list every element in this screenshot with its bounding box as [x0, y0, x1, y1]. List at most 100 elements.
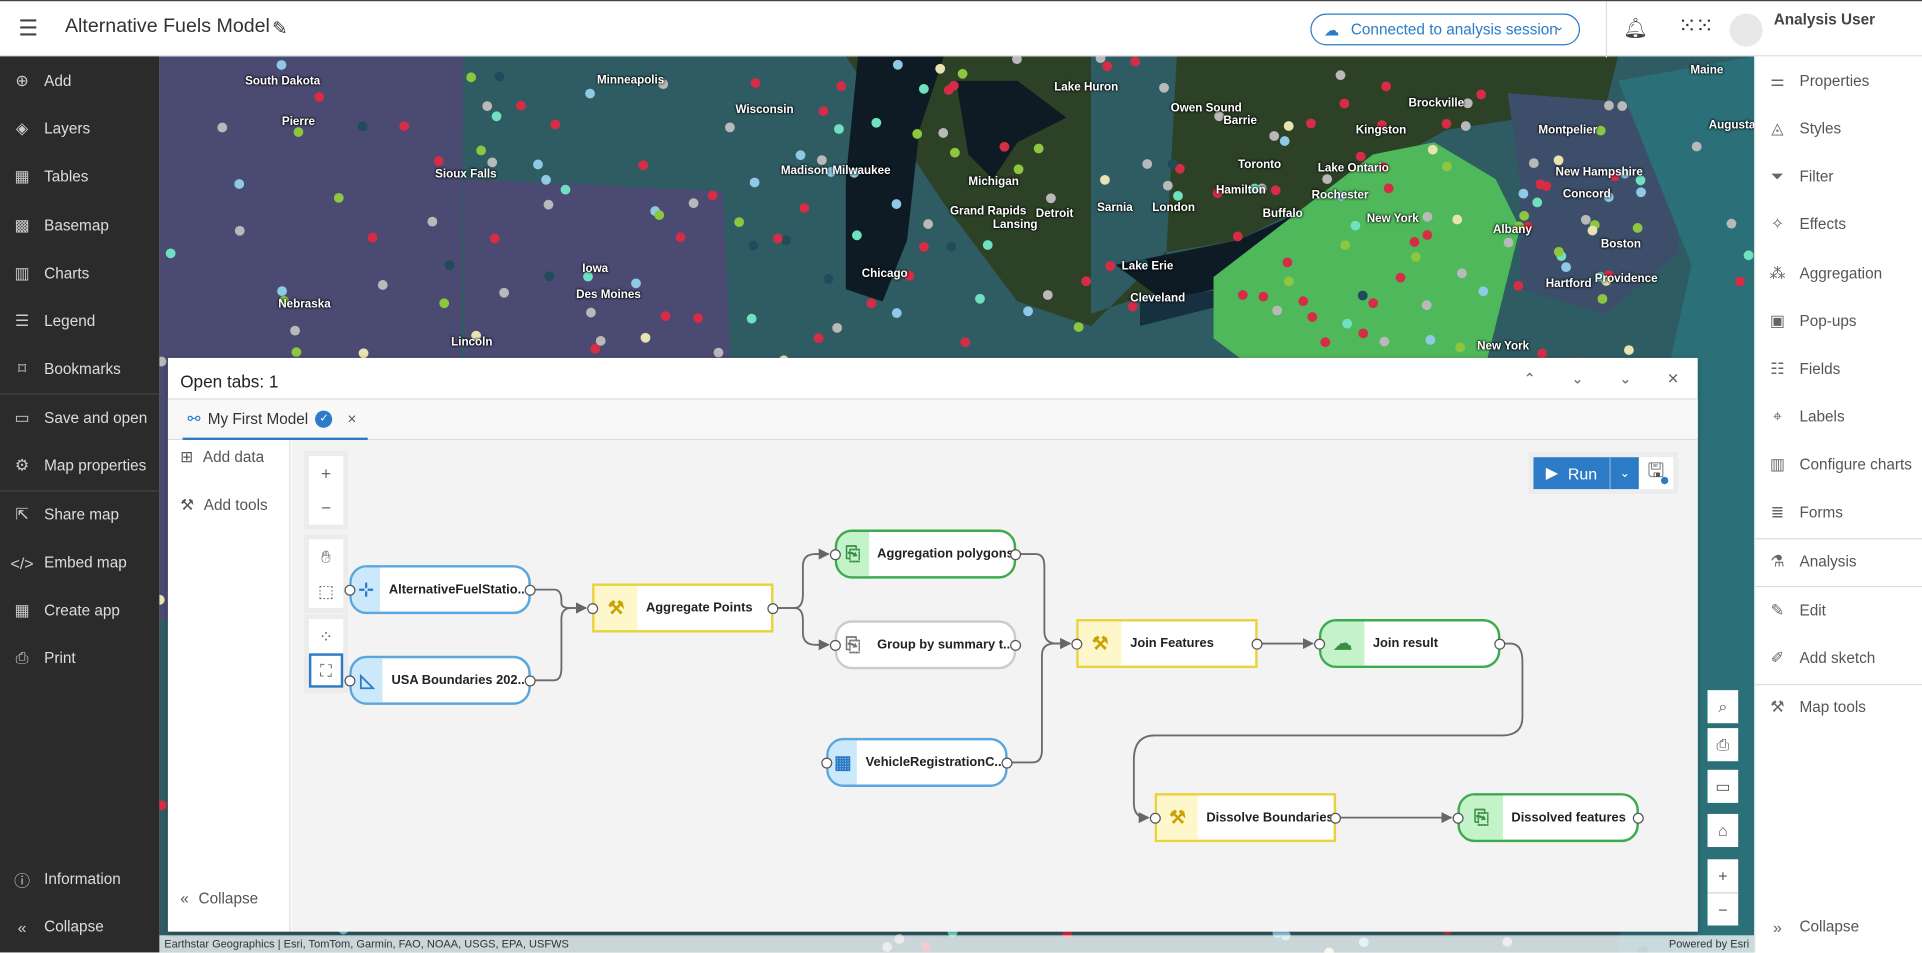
map-point[interactable] — [1283, 121, 1294, 131]
model-node-dissolved-features[interactable]: ⎘ Dissolved features — [1452, 793, 1644, 843]
map-point[interactable] — [276, 60, 287, 70]
map-point[interactable] — [1442, 161, 1452, 172]
auto-layout-button[interactable]: ⁘ — [309, 619, 343, 653]
map-point[interactable] — [772, 233, 783, 244]
output-port[interactable] — [524, 675, 536, 687]
settings-item-properties[interactable]: ⚌ Properties — [1755, 60, 1922, 102]
output-port[interactable] — [524, 584, 536, 596]
select-box-button[interactable]: ⬚ — [309, 574, 343, 608]
map-point[interactable] — [1395, 272, 1406, 283]
sidebar-item-share-map[interactable]: ⇱ Share map — [0, 494, 159, 536]
add-tools-button[interactable]: ⚒ Add tools — [180, 495, 267, 514]
output-port[interactable] — [1494, 638, 1506, 650]
model-node-vehicleregistrationc[interactable]: ▦ VehicleRegistrationC... — [821, 737, 1013, 787]
map-point[interactable] — [1580, 214, 1591, 225]
map-point[interactable] — [1105, 261, 1116, 271]
map-point[interactable] — [1081, 276, 1092, 287]
map-point[interactable] — [433, 156, 444, 166]
model-node-join-result[interactable]: ☁ Join result — [1314, 619, 1506, 669]
map-point[interactable] — [1167, 159, 1178, 169]
map-point[interactable] — [749, 177, 760, 188]
settings-item-add-sketch[interactable]: ✐ Add sketch — [1755, 637, 1922, 679]
map-point[interactable] — [851, 230, 862, 241]
map-point[interactable] — [1159, 82, 1169, 93]
map-point[interactable] — [1726, 218, 1737, 229]
input-port[interactable] — [829, 549, 841, 561]
map-point[interactable] — [1624, 345, 1634, 355]
save-model-button[interactable]: 🖫 — [1638, 457, 1674, 490]
map-point[interactable] — [1427, 144, 1438, 155]
map-point[interactable] — [1102, 61, 1113, 72]
map-point[interactable] — [487, 157, 498, 168]
map-point[interactable] — [1270, 185, 1281, 196]
input-port[interactable] — [1071, 638, 1083, 650]
output-port[interactable] — [767, 603, 779, 615]
map-point[interactable] — [1355, 151, 1366, 162]
map-point[interactable] — [1421, 300, 1432, 311]
map-point[interactable] — [1595, 125, 1606, 136]
map-point[interactable] — [823, 273, 834, 284]
input-port[interactable] — [344, 675, 356, 687]
map-point[interactable] — [832, 322, 843, 333]
map-point[interactable] — [631, 278, 641, 289]
map-point[interactable] — [1340, 240, 1351, 251]
input-port[interactable] — [1452, 812, 1464, 824]
input-port[interactable] — [829, 639, 841, 651]
sidebar-item-print[interactable]: ⎙ Print — [0, 637, 159, 679]
map-point[interactable] — [1298, 296, 1309, 307]
fit-to-view-button[interactable]: ⛶ — [308, 653, 344, 688]
map-point[interactable] — [1691, 141, 1702, 152]
map-point[interactable] — [234, 179, 245, 189]
map-point[interactable] — [1342, 318, 1353, 329]
zoom-out-button[interactable]: − — [1707, 892, 1739, 926]
map-point[interactable] — [1042, 290, 1053, 300]
map-point[interactable] — [750, 78, 761, 88]
map-point[interactable] — [1350, 220, 1361, 231]
avatar[interactable] — [1729, 13, 1763, 47]
map-point[interactable] — [654, 210, 665, 221]
map-point[interactable] — [946, 241, 957, 252]
settings-item-aggregation[interactable]: ⁂ Aggregation — [1755, 253, 1922, 295]
map-point[interactable] — [489, 233, 500, 244]
map-point[interactable] — [675, 232, 686, 243]
map-point[interactable] — [1632, 223, 1643, 233]
session-dropdown[interactable]: ☁ Connected to analysis session ⌄ — [1310, 13, 1581, 46]
map-point[interactable] — [367, 232, 378, 243]
map-point[interactable] — [482, 101, 493, 112]
minimize-button[interactable]: ⌄ — [1565, 370, 1590, 392]
map-point[interactable] — [1306, 118, 1316, 129]
output-port[interactable] — [1010, 549, 1022, 561]
map-point[interactable] — [640, 332, 651, 343]
output-port[interactable] — [1251, 638, 1263, 650]
sidebar-item-embed-map[interactable]: </> Embed map — [0, 542, 159, 584]
sidebar-item-bookmarks[interactable]: ⌑ Bookmarks — [0, 348, 159, 390]
map-point[interactable] — [982, 240, 993, 250]
map-point[interactable] — [1422, 211, 1433, 222]
collapse-side-panel-button[interactable]: « Collapse — [180, 890, 258, 907]
map-point[interactable] — [1532, 197, 1543, 208]
map-point[interactable] — [533, 159, 543, 170]
map-point[interactable] — [999, 141, 1010, 152]
map-point[interactable] — [836, 81, 847, 92]
map-point[interactable] — [1452, 214, 1463, 225]
sidebar-item-create-app[interactable]: ▦ Create app — [0, 590, 159, 632]
map-point[interactable] — [891, 199, 902, 209]
model-node-dissolve-boundaries[interactable]: ⚒ Dissolve Boundaries — [1149, 793, 1342, 843]
search-button[interactable]: ⌕ — [1707, 690, 1739, 724]
settings-item-styles[interactable]: ◬ Styles — [1755, 108, 1922, 150]
map-point[interactable] — [550, 119, 561, 130]
map-point[interactable] — [891, 308, 902, 318]
settings-item-analysis[interactable]: ⚗ Analysis — [1755, 541, 1922, 583]
right-collapse-button[interactable]: » Collapse — [1755, 906, 1922, 948]
map-point[interactable] — [165, 248, 176, 259]
sidebar-collapse-button[interactable]: « Collapse — [0, 906, 159, 948]
map-point[interactable] — [1368, 298, 1379, 309]
maximize-button[interactable]: ⌃ — [1518, 370, 1543, 392]
map-point[interactable] — [1410, 252, 1421, 262]
map-point[interactable] — [358, 348, 369, 359]
model-node-group-by-summary-t[interactable]: ⎘ Group by summary t... — [829, 620, 1022, 670]
map-point[interactable] — [1587, 225, 1598, 236]
map-point[interactable] — [1100, 174, 1110, 185]
map-point[interactable] — [377, 280, 388, 290]
input-port[interactable] — [1149, 812, 1161, 824]
